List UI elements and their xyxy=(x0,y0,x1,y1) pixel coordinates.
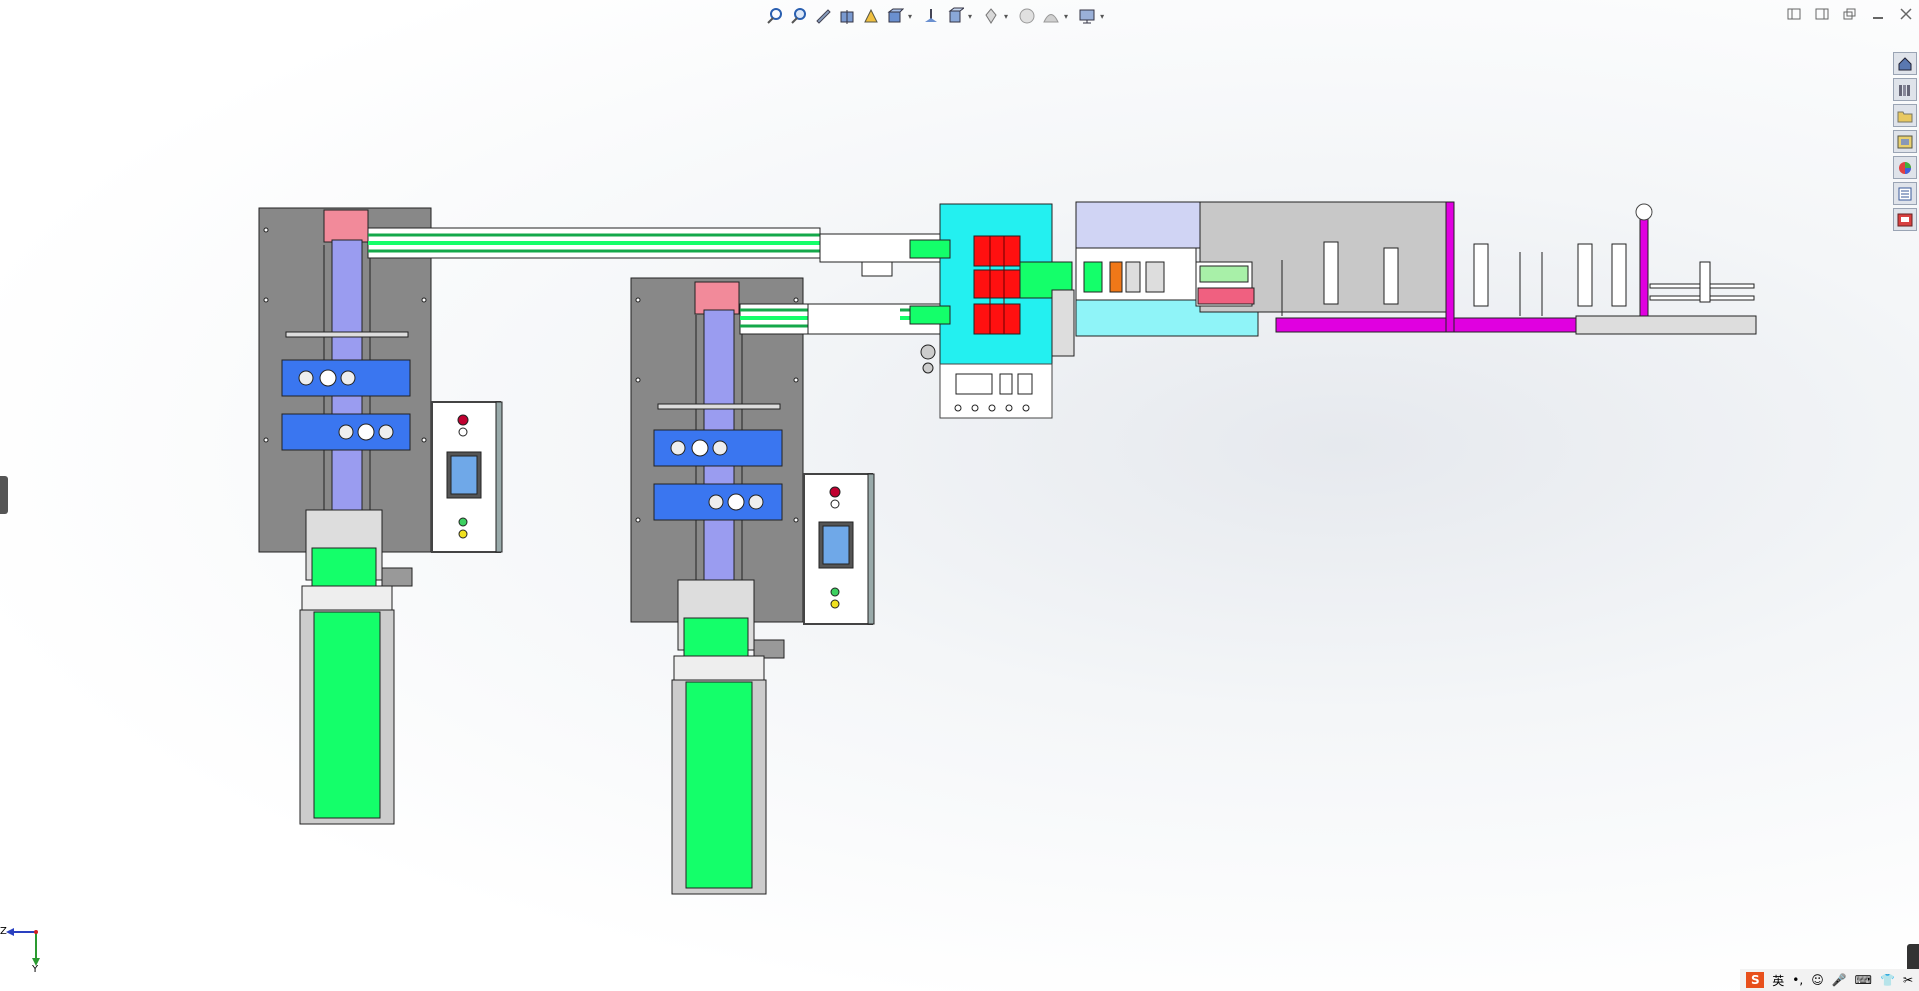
tile-left-icon[interactable] xyxy=(1785,6,1803,22)
edit-appearance-caret-icon[interactable]: ▾ xyxy=(1004,12,1008,21)
ime-punctuation-icon[interactable]: •, xyxy=(1792,973,1803,987)
edit-appearance-icon[interactable] xyxy=(980,5,1002,27)
section-view-icon[interactable] xyxy=(836,5,858,27)
downstream-line[interactable] xyxy=(1075,201,1757,337)
appearances-icon[interactable] xyxy=(1893,156,1917,179)
minimize-icon[interactable] xyxy=(1869,6,1887,22)
ime-language[interactable]: 英 xyxy=(1772,972,1784,989)
zoom-to-fit-icon[interactable] xyxy=(764,5,786,27)
heads-up-view-toolbar: ▾ ▾ ▾ ▾ ▾ xyxy=(764,4,1110,28)
ime-skin-icon[interactable]: 👕 xyxy=(1880,973,1895,987)
hide-show-caret-icon[interactable]: ▾ xyxy=(968,12,972,21)
display-style-icon[interactable] xyxy=(920,5,942,27)
close-icon[interactable] xyxy=(1897,6,1915,22)
cad-model-viewport[interactable] xyxy=(0,0,1919,991)
machine-1[interactable] xyxy=(258,207,503,825)
tile-right-icon[interactable] xyxy=(1813,6,1831,22)
scene-caret-icon[interactable]: ▾ xyxy=(1064,12,1068,21)
triad-y-label: Y xyxy=(32,964,39,975)
ime-voice-icon[interactable]: 🎤 xyxy=(1832,973,1847,987)
window-controls xyxy=(1785,6,1915,22)
apply-scene-icon[interactable] xyxy=(1016,5,1038,27)
solidworks-forum-icon[interactable] xyxy=(1893,208,1917,231)
zoom-to-area-icon[interactable] xyxy=(788,5,810,27)
design-library-icon[interactable] xyxy=(1893,78,1917,101)
view-palette-icon[interactable] xyxy=(1893,130,1917,153)
reference-triad: Z Y xyxy=(0,920,50,976)
file-explorer-icon[interactable] xyxy=(1893,104,1917,127)
dynamic-annotation-icon[interactable] xyxy=(860,5,882,27)
triad-z-label: Z xyxy=(0,926,7,937)
task-pane-tabs xyxy=(1893,52,1917,231)
restore-icon[interactable] xyxy=(1841,6,1859,22)
home-icon[interactable] xyxy=(1893,52,1917,75)
ime-tools-icon[interactable]: ✂ xyxy=(1903,973,1913,987)
view-orientation-caret-icon[interactable]: ▾ xyxy=(908,12,912,21)
previous-view-icon[interactable] xyxy=(812,5,834,27)
scene-icon[interactable] xyxy=(1040,5,1062,27)
view-orientation-icon[interactable] xyxy=(884,5,906,27)
ime-keyboard-icon[interactable]: ⌨ xyxy=(1855,973,1872,987)
hide-show-items-icon[interactable] xyxy=(944,5,966,27)
machine-2[interactable] xyxy=(630,277,875,895)
ime-logo[interactable]: S xyxy=(1746,972,1765,988)
feature-manager-toggle[interactable] xyxy=(0,476,8,514)
transfer-rail-upper xyxy=(367,227,941,277)
view-settings-icon[interactable] xyxy=(1076,5,1098,27)
ime-toolbar[interactable]: S 英 •, ☺ 🎤 ⌨ 👕 ✂ xyxy=(1740,969,1919,991)
custom-properties-icon[interactable] xyxy=(1893,182,1917,205)
ime-emoji-icon[interactable]: ☺ xyxy=(1811,973,1824,987)
view-settings-caret-icon[interactable]: ▾ xyxy=(1100,12,1104,21)
